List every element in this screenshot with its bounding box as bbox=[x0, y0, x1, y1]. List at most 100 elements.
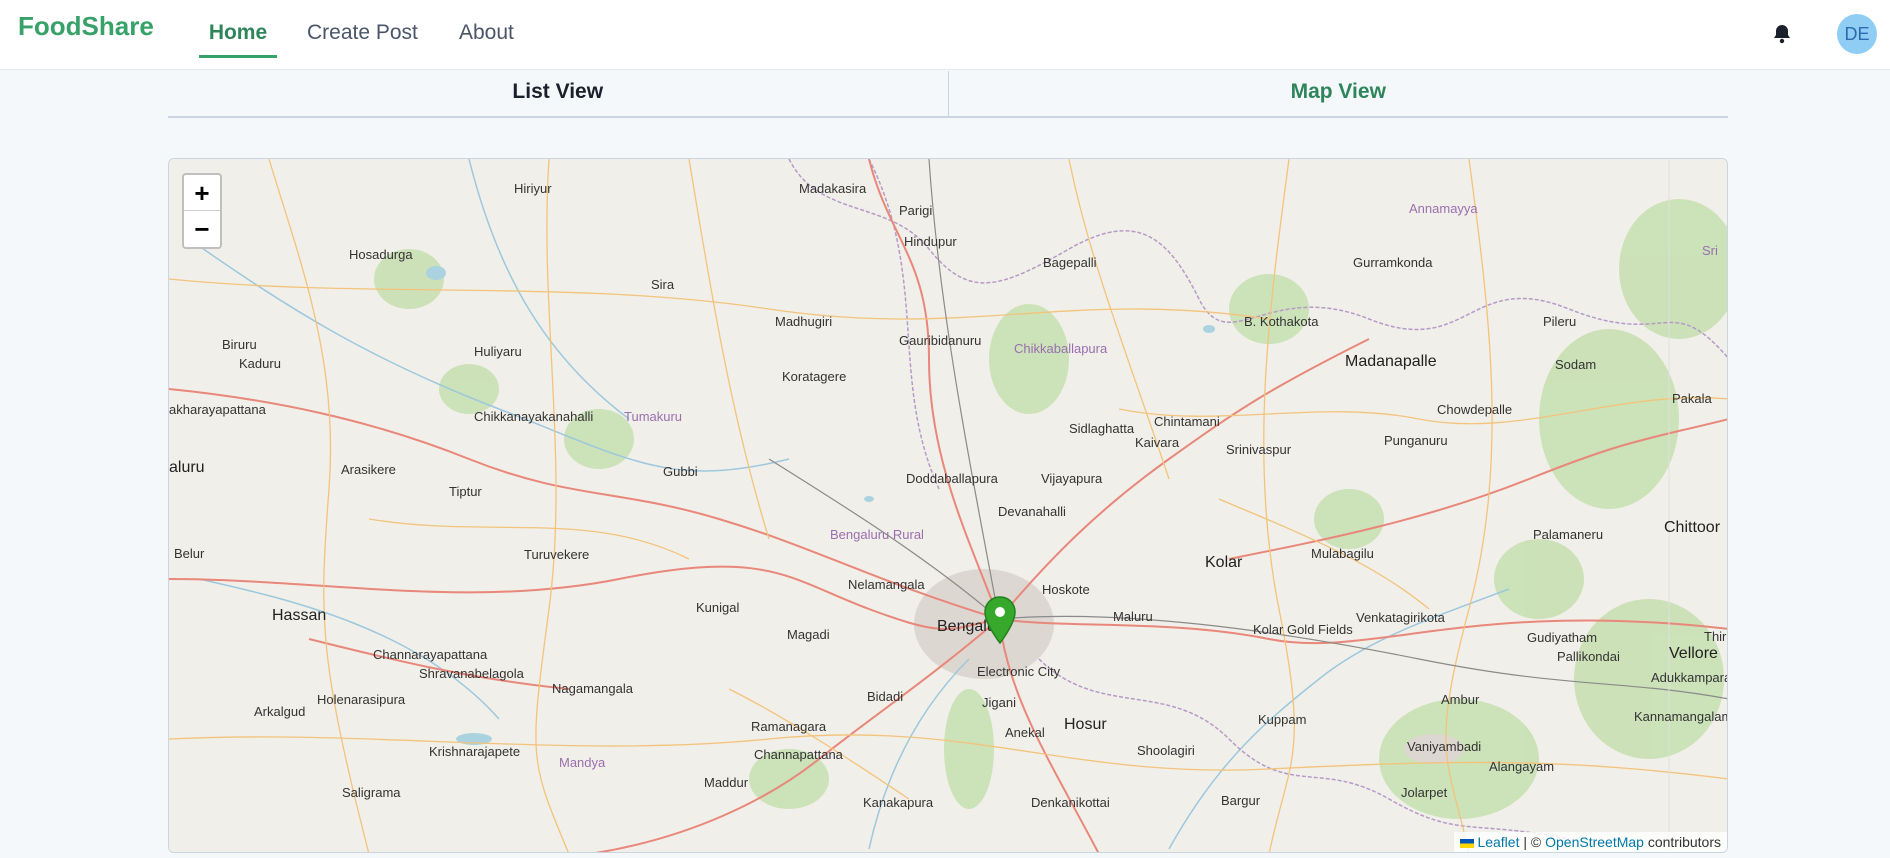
map-label: Nelamangala bbox=[848, 577, 925, 592]
map-label: Anekal bbox=[1005, 725, 1045, 740]
map-label: Alangayam bbox=[1489, 759, 1555, 774]
bell-icon[interactable] bbox=[1770, 22, 1794, 46]
zoom-control: + − bbox=[182, 173, 222, 249]
nav-about[interactable]: About bbox=[459, 0, 514, 58]
map-tiles bbox=[169, 159, 1727, 852]
map-label: Sira bbox=[651, 277, 675, 292]
map-label: Jolarpet bbox=[1401, 785, 1448, 800]
map-label: Kolar Gold Fields bbox=[1253, 622, 1353, 637]
map-attribution: Leaflet | © OpenStreetMap contributors bbox=[1454, 832, 1727, 852]
map-label: Tumakuru bbox=[624, 409, 683, 424]
map-label: Annamayya bbox=[1409, 201, 1478, 216]
map-label: Madanapalle bbox=[1345, 353, 1437, 370]
map-label: Sri bbox=[1702, 243, 1718, 258]
map-label: Denkanikottai bbox=[1031, 795, 1110, 810]
map-label: Kuppam bbox=[1258, 712, 1307, 727]
map-label: Kaduru bbox=[239, 356, 281, 371]
map-label: Srinivaspur bbox=[1226, 442, 1292, 457]
nav-home[interactable]: Home bbox=[199, 0, 277, 58]
map-label: Hindupur bbox=[904, 234, 957, 249]
map-label: Saligrama bbox=[342, 785, 401, 800]
map-label: Koratagere bbox=[782, 369, 847, 384]
map-label: Madhugiri bbox=[775, 314, 833, 329]
map-label: Shravanabelagola bbox=[419, 666, 524, 681]
map-label: Gurramkonda bbox=[1353, 255, 1433, 270]
map-label: Sidlaghatta bbox=[1069, 421, 1135, 436]
map-label: Nagamangala bbox=[552, 681, 633, 696]
map-label: Arkalgud bbox=[254, 704, 306, 719]
map-label: Belur bbox=[174, 546, 205, 561]
map-label: Vijayapura bbox=[1041, 471, 1103, 486]
map-label: Huliyaru bbox=[474, 344, 522, 359]
map-label: Chittoor bbox=[1664, 519, 1721, 536]
map-label: Kannamangalam bbox=[1634, 709, 1728, 724]
map-label: Vellore bbox=[1669, 645, 1718, 662]
avatar[interactable]: DE bbox=[1837, 14, 1877, 54]
map-label: Krishnarajapete bbox=[429, 744, 521, 759]
map-label: Chikkaballapura bbox=[1014, 341, 1108, 356]
map-label: Hiriyur bbox=[514, 181, 552, 196]
map-label: Magadi bbox=[787, 627, 830, 642]
map-label: Sodam bbox=[1555, 357, 1597, 372]
map-label: aluru bbox=[169, 459, 205, 476]
ukraine-flag-icon bbox=[1460, 838, 1475, 848]
map-label: Mulabagilu bbox=[1311, 546, 1374, 561]
map-label: Gubbi bbox=[663, 464, 698, 479]
map-label: Hosadurga bbox=[349, 247, 413, 262]
attribution-tail: contributors bbox=[1643, 834, 1721, 850]
map-label: Maluru bbox=[1113, 609, 1153, 624]
map-label: Gauribidanuru bbox=[899, 333, 982, 348]
map-label: Punganuru bbox=[1384, 433, 1448, 448]
map-label: akharayapattana bbox=[169, 402, 266, 417]
top-navbar: FoodShare Home Create Post About DE bbox=[0, 0, 1890, 70]
map-label: Devanahalli bbox=[998, 504, 1066, 519]
map-label: Pallikondai bbox=[1557, 649, 1620, 664]
map-label: Chikkanayakanahalli bbox=[474, 409, 594, 424]
map-label: Tiptur bbox=[449, 484, 482, 499]
map-label: Venkatagirikota bbox=[1356, 610, 1445, 625]
attribution-sep: | © bbox=[1519, 834, 1546, 850]
map-label: Mandya bbox=[559, 755, 606, 770]
map-label: Gudiyatham bbox=[1527, 630, 1598, 645]
map-label: Bagepalli bbox=[1043, 255, 1097, 270]
map-label: Kolar bbox=[1205, 554, 1243, 571]
map-label: Parigi bbox=[899, 203, 933, 218]
brand-logo[interactable]: FoodShare bbox=[18, 11, 154, 42]
map-label: Maddur bbox=[704, 775, 749, 790]
map-label: Madakasira bbox=[799, 181, 867, 196]
map-pin-icon[interactable] bbox=[983, 595, 1017, 645]
tab-list-view[interactable]: List View bbox=[168, 71, 949, 117]
map-label: Electronic City bbox=[977, 664, 1061, 679]
zoom-out-button[interactable]: − bbox=[184, 211, 220, 247]
map-label: Shoolagiri bbox=[1137, 743, 1195, 758]
map-label: Adukkamparai bbox=[1651, 670, 1728, 685]
tab-map-view[interactable]: Map View bbox=[948, 71, 1728, 117]
map-label: Vaniyambadi bbox=[1407, 739, 1482, 754]
zoom-in-button[interactable]: + bbox=[184, 175, 220, 211]
leaflet-link[interactable]: Leaflet bbox=[1477, 834, 1519, 850]
map-label: Ambur bbox=[1441, 692, 1480, 707]
map-label: Kunigal bbox=[696, 600, 740, 615]
map-label: Pakala bbox=[1672, 391, 1712, 406]
map-label: Bengaluru Rural bbox=[830, 527, 924, 542]
map-label: Pileru bbox=[1543, 314, 1577, 329]
map-label: Channapattana bbox=[754, 747, 843, 762]
map-label: Arasikere bbox=[341, 462, 396, 477]
osm-link[interactable]: OpenStreetMap bbox=[1545, 834, 1644, 850]
map-label: Hassan bbox=[272, 607, 327, 624]
map-label: Kaivara bbox=[1135, 435, 1180, 450]
map-label: B. Kothakota bbox=[1244, 314, 1319, 329]
nav-create-post[interactable]: Create Post bbox=[307, 0, 418, 58]
map-label: Chintamani bbox=[1154, 414, 1220, 429]
map-label: Doddaballapura bbox=[906, 471, 998, 486]
map-label: Ramanagara bbox=[751, 719, 827, 734]
map-label: Chowdepalle bbox=[1437, 402, 1513, 417]
map-label: Bargur bbox=[1221, 793, 1261, 808]
map-label: Thir bbox=[1704, 629, 1727, 644]
map-label: Palamaneru bbox=[1533, 527, 1604, 542]
map-label: Turuvekere bbox=[524, 547, 590, 562]
map-label: Bidadi bbox=[867, 689, 904, 704]
map-label: Holenarasipura bbox=[317, 692, 406, 707]
map-container[interactable]: Madakasira Parigi Hiriyur Hindupur Bagep… bbox=[168, 158, 1728, 853]
map-label: Jigani bbox=[982, 695, 1016, 710]
